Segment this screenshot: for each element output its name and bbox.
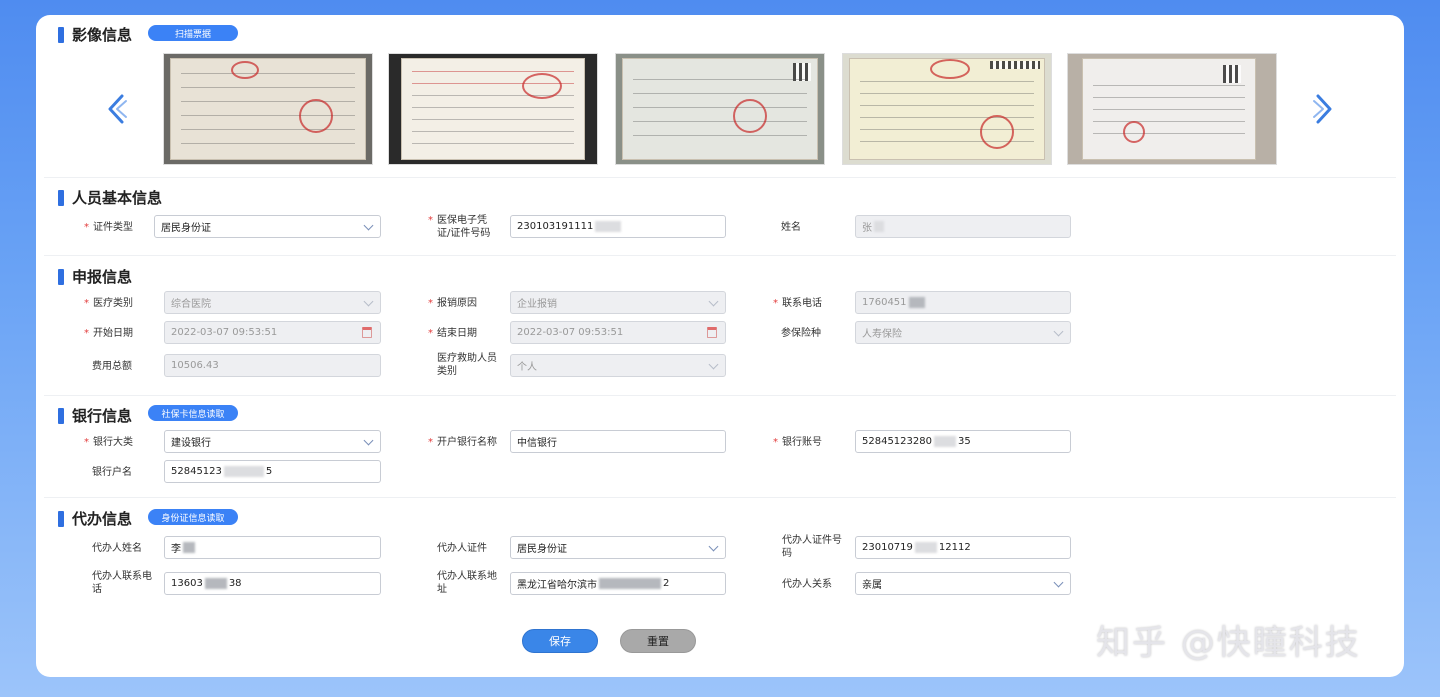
divider bbox=[44, 177, 1396, 178]
account-holder-input[interactable]: 52845123 5 bbox=[164, 460, 381, 483]
watermark: 知乎 @快瞳科技 bbox=[1096, 623, 1361, 663]
chevron-down-icon bbox=[708, 296, 719, 307]
divider bbox=[44, 497, 1396, 498]
receipt-thumbnail-3[interactable] bbox=[615, 53, 825, 165]
section-marker bbox=[58, 268, 64, 285]
reason-select[interactable]: 企业报销 bbox=[510, 291, 726, 314]
insurance-label: 参保险种 bbox=[781, 328, 821, 339]
save-button[interactable]: 保存 bbox=[522, 629, 598, 653]
bank-category-select[interactable]: 建设银行 bbox=[164, 430, 381, 453]
agent-cert-type-label: 代办人证件 bbox=[437, 543, 487, 554]
carousel-next-icon[interactable] bbox=[1310, 93, 1336, 125]
agent-cert-type-select[interactable]: 居民身份证 bbox=[510, 536, 726, 559]
agent-cert-number-input[interactable]: 23010719 12112 bbox=[855, 536, 1071, 559]
scan-receipt-button[interactable]: 扫描票据 bbox=[148, 25, 238, 41]
receipt-thumbnail-4[interactable] bbox=[842, 53, 1052, 165]
section-agent-title: 代办信息 bbox=[72, 510, 133, 528]
reset-button[interactable]: 重置 bbox=[620, 629, 696, 653]
section-marker bbox=[58, 510, 64, 527]
section-bank: 银行信息 bbox=[58, 405, 132, 426]
section-image-title: 影像信息 bbox=[72, 26, 133, 44]
chevron-down-icon bbox=[363, 435, 374, 446]
bank-branch-label: * 开户银行名称 bbox=[428, 437, 497, 448]
agent-phone-input[interactable]: 13603 38 bbox=[164, 572, 381, 595]
total-amount-label: 费用总额 bbox=[92, 361, 132, 372]
section-basic-title: 人员基本信息 bbox=[72, 189, 163, 207]
name-input: 张 bbox=[855, 215, 1071, 238]
id-type-select[interactable]: 居民身份证 bbox=[154, 215, 381, 238]
agent-address-label: 代办人联系地址 bbox=[437, 571, 497, 595]
calendar-icon bbox=[707, 327, 717, 338]
section-agent: 代办信息 bbox=[58, 508, 132, 529]
reason-label: * 报销原因 bbox=[428, 298, 477, 309]
agent-relation-label: 代办人关系 bbox=[782, 579, 832, 590]
id-number-label: * 医保电子凭 证/证件号码 bbox=[428, 215, 491, 239]
read-id-card-button[interactable]: 身份证信息读取 bbox=[148, 509, 238, 525]
section-claim-title: 申报信息 bbox=[72, 268, 133, 286]
total-amount-input: 10506.43 bbox=[164, 354, 381, 377]
agent-name-input[interactable]: 李 bbox=[164, 536, 381, 559]
divider bbox=[44, 255, 1396, 256]
chevron-down-icon bbox=[1053, 326, 1064, 337]
section-marker bbox=[58, 407, 64, 424]
bank-account-input[interactable]: 52845123280 35 bbox=[855, 430, 1071, 453]
end-date-picker[interactable]: 2022-03-07 09:53:51 bbox=[510, 321, 726, 344]
bank-category-label: * 银行大类 bbox=[84, 437, 133, 448]
agent-relation-select[interactable]: 亲属 bbox=[855, 572, 1071, 595]
agent-address-input[interactable]: 黑龙江省哈尔滨市 2 bbox=[510, 572, 726, 595]
receipt-thumbnail-5[interactable] bbox=[1067, 53, 1277, 165]
section-marker bbox=[58, 189, 64, 206]
receipt-thumbnail-1[interactable] bbox=[163, 53, 373, 165]
phone-label: * 联系电话 bbox=[773, 298, 822, 309]
divider bbox=[44, 395, 1396, 396]
section-claim: 申报信息 bbox=[58, 266, 132, 287]
bank-account-label: * 银行账号 bbox=[773, 437, 822, 448]
medical-type-select[interactable]: 综合医院 bbox=[164, 291, 381, 314]
account-holder-label: 银行户名 bbox=[92, 467, 132, 478]
id-number-input[interactable]: 230103191111 bbox=[510, 215, 726, 238]
section-marker bbox=[58, 26, 64, 43]
section-basic: 人员基本信息 bbox=[58, 187, 162, 208]
agent-name-label: 代办人姓名 bbox=[92, 543, 142, 554]
chevron-down-icon bbox=[363, 296, 374, 307]
calendar-icon bbox=[362, 327, 372, 338]
start-date-picker[interactable]: 2022-03-07 09:53:51 bbox=[164, 321, 381, 344]
carousel-prev-icon[interactable] bbox=[104, 93, 130, 125]
read-social-card-button[interactable]: 社保卡信息读取 bbox=[148, 405, 238, 421]
name-label: 姓名 bbox=[781, 222, 801, 233]
start-date-label: * 开始日期 bbox=[84, 328, 133, 339]
phone-input: 1760451 bbox=[855, 291, 1071, 314]
form-card: 影像信息 扫描票据 人员基本信息 * 证件类型 居民身份证 * 医保电子凭 证/… bbox=[36, 15, 1404, 677]
aid-category-label: 医疗救助人员 类别 bbox=[437, 353, 497, 377]
chevron-down-icon bbox=[708, 359, 719, 370]
agent-cert-number-label: 代办人证件号码 bbox=[782, 535, 842, 559]
agent-phone-label: 代办人联系电话 bbox=[92, 571, 152, 595]
section-bank-title: 银行信息 bbox=[72, 407, 133, 425]
medical-type-label: * 医疗类别 bbox=[84, 298, 133, 309]
chevron-down-icon bbox=[708, 541, 719, 552]
id-type-label: * 证件类型 bbox=[84, 222, 133, 233]
section-image: 影像信息 bbox=[58, 24, 132, 45]
receipt-thumbnail-2[interactable] bbox=[388, 53, 598, 165]
chevron-down-icon bbox=[1053, 577, 1064, 588]
end-date-label: * 结束日期 bbox=[428, 328, 477, 339]
insurance-select[interactable]: 人寿保险 bbox=[855, 321, 1071, 344]
aid-category-select[interactable]: 个人 bbox=[510, 354, 726, 377]
chevron-down-icon bbox=[363, 220, 374, 231]
bank-branch-input[interactable]: 中信银行 bbox=[510, 430, 726, 453]
